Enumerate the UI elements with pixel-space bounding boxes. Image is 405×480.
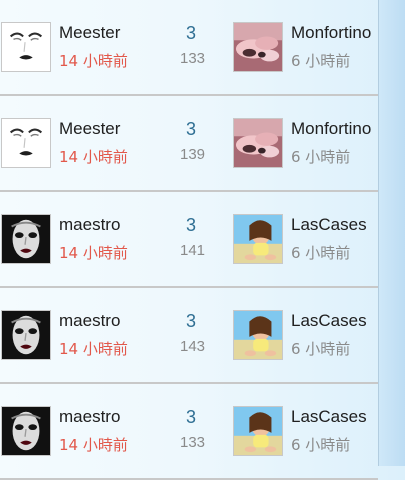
list-item-row-3[interactable]: maestro 14 小時前 3 141 LasCases 6 小時前 <box>0 192 378 288</box>
sub-score-count: 143 <box>180 338 206 355</box>
score-count: 3 <box>186 215 197 235</box>
pink-photo-icon <box>234 119 282 167</box>
avatar-right-user-4[interactable] <box>233 310 283 360</box>
left-user-time: 14 小時前 <box>59 244 128 262</box>
bw-portrait-icon <box>2 311 50 359</box>
left-user-name[interactable]: maestro <box>59 311 120 331</box>
beach-photo-icon <box>234 311 282 359</box>
right-user-time: 6 小時前 <box>291 340 351 358</box>
left-user-time: 14 小時前 <box>59 52 128 70</box>
beach-photo-icon <box>234 215 282 263</box>
right-user-name[interactable]: LasCases <box>291 407 367 427</box>
left-user-time: 14 小時前 <box>59 340 128 358</box>
sub-score-count: 133 <box>180 50 206 67</box>
avatar-left-user-1[interactable] <box>1 22 51 72</box>
score-count: 3 <box>186 407 197 427</box>
right-user-name[interactable]: LasCases <box>291 215 367 235</box>
avatar-left-user-2[interactable] <box>1 118 51 168</box>
right-user-time: 6 小時前 <box>291 148 351 166</box>
right-user-name[interactable]: Monfortino <box>291 23 371 43</box>
left-user-name[interactable]: maestro <box>59 407 120 427</box>
right-side-rail <box>378 0 405 466</box>
right-user-name[interactable]: LasCases <box>291 311 367 331</box>
score-count: 3 <box>186 311 197 331</box>
left-user-time: 14 小時前 <box>59 148 128 166</box>
avatar-left-user-3[interactable] <box>1 214 51 264</box>
mask-portrait-icon <box>2 23 50 71</box>
list-item-row-4[interactable]: maestro 14 小時前 3 143 LasCases 6 小時前 <box>0 288 378 384</box>
right-user-time: 6 小時前 <box>291 436 351 454</box>
mask-portrait-icon <box>2 119 50 167</box>
avatar-right-user-3[interactable] <box>233 214 283 264</box>
right-user-time: 6 小時前 <box>291 52 351 70</box>
beach-photo-icon <box>234 407 282 455</box>
right-user-name[interactable]: Monfortino <box>291 119 371 139</box>
sub-score-count: 133 <box>180 434 206 451</box>
list-item-row-2[interactable]: Meester 14 小時前 3 139 Monfortino 6 小時前 <box>0 96 378 192</box>
sub-score-count: 141 <box>180 242 206 259</box>
sub-score-count: 139 <box>180 146 206 163</box>
game-list: Meester 14 小時前 3 133 Monfortino 6 小時前 Me… <box>0 0 378 480</box>
avatar-right-user-5[interactable] <box>233 406 283 456</box>
left-user-name[interactable]: Meester <box>59 23 120 43</box>
pink-photo-icon <box>234 23 282 71</box>
score-count: 3 <box>186 119 197 139</box>
list-item-row-1[interactable]: Meester 14 小時前 3 133 Monfortino 6 小時前 <box>0 0 378 96</box>
left-user-time: 14 小時前 <box>59 436 128 454</box>
avatar-right-user-2[interactable] <box>233 118 283 168</box>
avatar-right-user-1[interactable] <box>233 22 283 72</box>
left-user-name[interactable]: Meester <box>59 119 120 139</box>
right-user-time: 6 小時前 <box>291 244 351 262</box>
left-user-name[interactable]: maestro <box>59 215 120 235</box>
avatar-left-user-5[interactable] <box>1 406 51 456</box>
avatar-left-user-4[interactable] <box>1 310 51 360</box>
bw-portrait-icon <box>2 407 50 455</box>
score-count: 3 <box>186 23 197 43</box>
bw-portrait-icon <box>2 215 50 263</box>
